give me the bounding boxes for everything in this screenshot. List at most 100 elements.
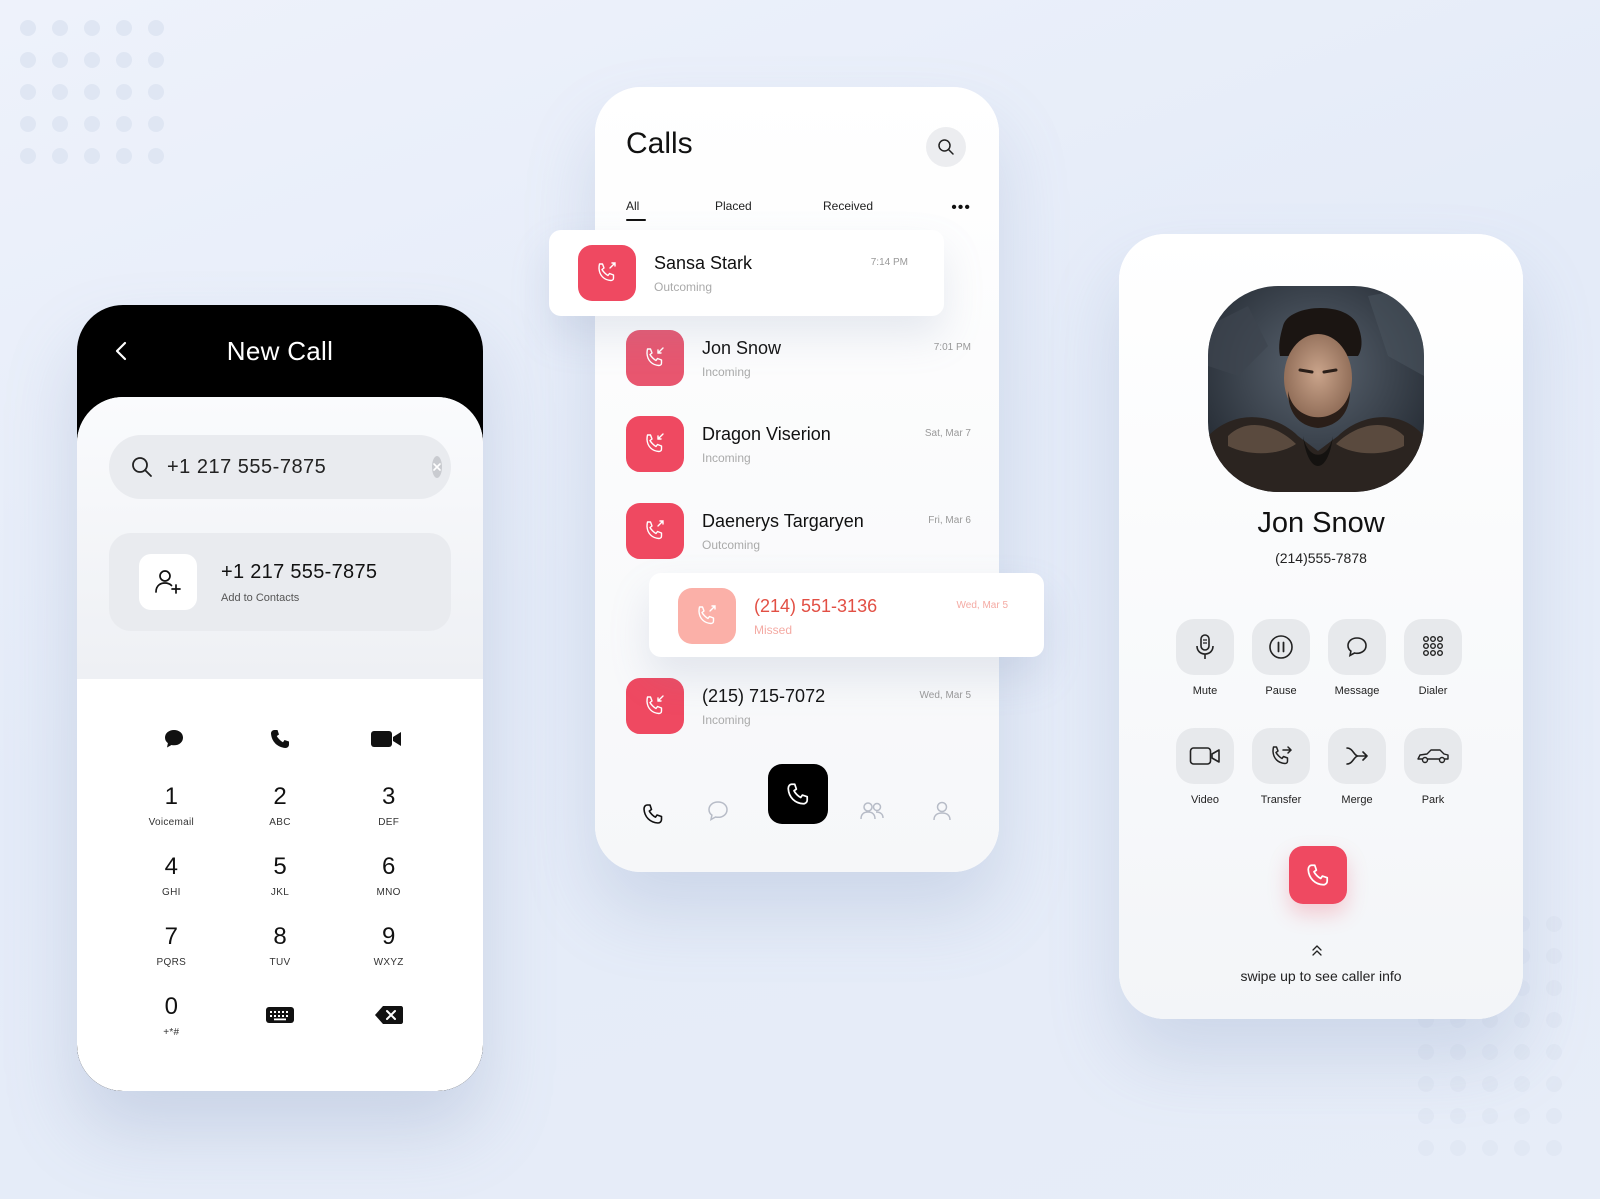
caller-name: Daenerys Targaryen [702,510,864,531]
number-input[interactable] [167,455,432,479]
result-number: +1 217 555-7875 [221,560,378,583]
control-button-face[interactable] [1328,619,1386,675]
control-button-face[interactable] [1404,619,1462,675]
call-time: 7:14 PM [870,257,908,268]
call-status: Outcoming [702,537,761,552]
call-list-item-missed[interactable]: (214) 551-3136 Missed Wed, Mar 5 [649,573,1044,657]
add-contact-card[interactable]: +1 217 555-7875 Add to Contacts [109,533,451,631]
call-row: (214) 551-3136 Missed Wed, Mar 5 [678,588,1008,644]
control-button-face[interactable] [1252,619,1310,675]
pause-button[interactable]: Pause [1251,619,1311,697]
incoming-call-icon [626,416,684,472]
incoming-call-icon [626,678,684,734]
dialpad-icon [1423,636,1443,656]
call-filter-tabs: All Placed Received ••• [626,199,971,223]
message-icon [1347,637,1367,658]
park-button[interactable]: Park [1403,728,1463,806]
pause-icon [1269,635,1293,659]
caller-name: Sansa Stark [654,252,753,273]
car-icon [1417,749,1449,764]
call-status: Outcoming [654,279,713,294]
search-icon [938,139,954,155]
outgoing-call-icon [626,503,684,559]
key-6[interactable]: 6 MNO [334,845,443,905]
key-4[interactable]: 4 GHI [117,845,226,905]
video-button[interactable]: Video [1175,728,1235,806]
transfer-button[interactable]: Transfer [1251,728,1311,806]
result-subtitle: Add to Contacts [221,591,300,604]
missed-call-icon [678,588,736,644]
key-9[interactable]: 9 WXYZ [334,915,443,975]
outgoing-call-icon [578,245,636,301]
number-search-field[interactable] [109,435,451,499]
new-call-screen: New Call +1 217 555-7875 Add to Contacts [77,305,483,1091]
new-call-header: New Call [77,305,483,397]
more-options-icon[interactable]: ••• [951,199,971,217]
key-0[interactable]: 0 +*# [117,985,226,1045]
key-3[interactable]: 3 DEF [334,775,443,835]
transfer-icon [1272,746,1293,765]
control-button-face[interactable] [1176,619,1234,675]
control-label: Park [1421,794,1445,806]
key-8[interactable]: 8 TUV [226,915,335,975]
call-row: Sansa Stark Outcoming 7:14 PM [578,245,908,301]
search-icon [129,454,155,480]
group-tab-icon[interactable] [858,797,886,825]
backspace-icon[interactable] [334,985,443,1045]
call-status: Incoming [702,712,751,727]
dial-button[interactable] [768,764,828,824]
quick-actions [77,679,483,759]
page-title: New Call [226,335,334,366]
video-icon[interactable] [366,719,406,759]
control-button-face[interactable] [1176,728,1234,784]
merge-button[interactable]: Merge [1327,728,1387,806]
call-list-item-highlighted[interactable]: Sansa Stark Outcoming 7:14 PM [549,230,944,316]
dialer-sheet: +1 217 555-7875 Add to Contacts 1Voicema… [77,397,483,1091]
phone-icon [787,783,809,805]
call-list-item[interactable]: Daenerys Targaryen Outcoming Fri, Mar 6 [626,503,971,559]
phone-tab-icon[interactable] [639,800,667,828]
hang-up-icon [1307,864,1329,886]
key-7[interactable]: 7 PQRS [117,915,226,975]
caller-name: Dragon Viserion [702,423,831,444]
control-label: Dialer [1418,685,1448,697]
key-5[interactable]: 5 JKL [226,845,335,905]
control-button-face[interactable] [1252,728,1310,784]
keyboard-icon[interactable] [226,985,335,1045]
key-2[interactable]: 2 ABC [226,775,335,835]
chevron-up-icon [1309,944,1325,958]
tab-received[interactable]: Received [823,199,873,213]
dialer-button[interactable]: Dialer [1403,619,1463,697]
page-title: Calls [626,127,693,160]
caller-number: (214) 551-3136 [754,595,878,616]
control-button-face[interactable] [1404,728,1462,784]
control-button-face[interactable] [1328,728,1386,784]
caller-avatar [1208,286,1424,492]
end-call-button[interactable] [1289,846,1347,904]
swipe-hint[interactable]: swipe up to see caller info [1119,968,1523,984]
profile-tab-icon[interactable] [928,797,956,825]
call-list-item[interactable]: Dragon Viserion Incoming Sat, Mar 7 [626,416,971,472]
message-button[interactable]: Message [1327,619,1387,697]
call-list-item[interactable]: (215) 715-7072 Incoming Wed, Mar 5 [626,678,971,734]
mute-button[interactable]: Mute [1175,619,1235,697]
control-label: Pause [1265,685,1297,697]
search-button[interactable] [926,127,966,167]
active-call-screen: Jon Snow (214)555-7878 Mute Pause Messag… [1119,234,1523,1019]
call-list-item[interactable]: Jon Snow Incoming 7:01 PM [626,330,971,386]
message-icon[interactable] [154,719,194,759]
control-label: Mute [1192,685,1218,697]
caller-name: Jon Snow [702,337,782,358]
control-label: Video [1191,794,1219,806]
call-status: Missed [754,622,793,637]
clear-icon[interactable] [432,456,442,478]
caller-name: (215) 715-7072 [702,685,826,706]
tab-placed[interactable]: Placed [715,199,752,213]
phone-icon[interactable] [260,719,300,759]
tab-all[interactable]: All [626,199,647,221]
call-time: Wed, Mar 5 [919,690,972,701]
chevron-left-icon[interactable] [105,335,137,367]
key-1[interactable]: 1 Voicemail [117,775,226,835]
incoming-call-icon [626,330,684,386]
chat-tab-icon[interactable] [704,797,732,825]
